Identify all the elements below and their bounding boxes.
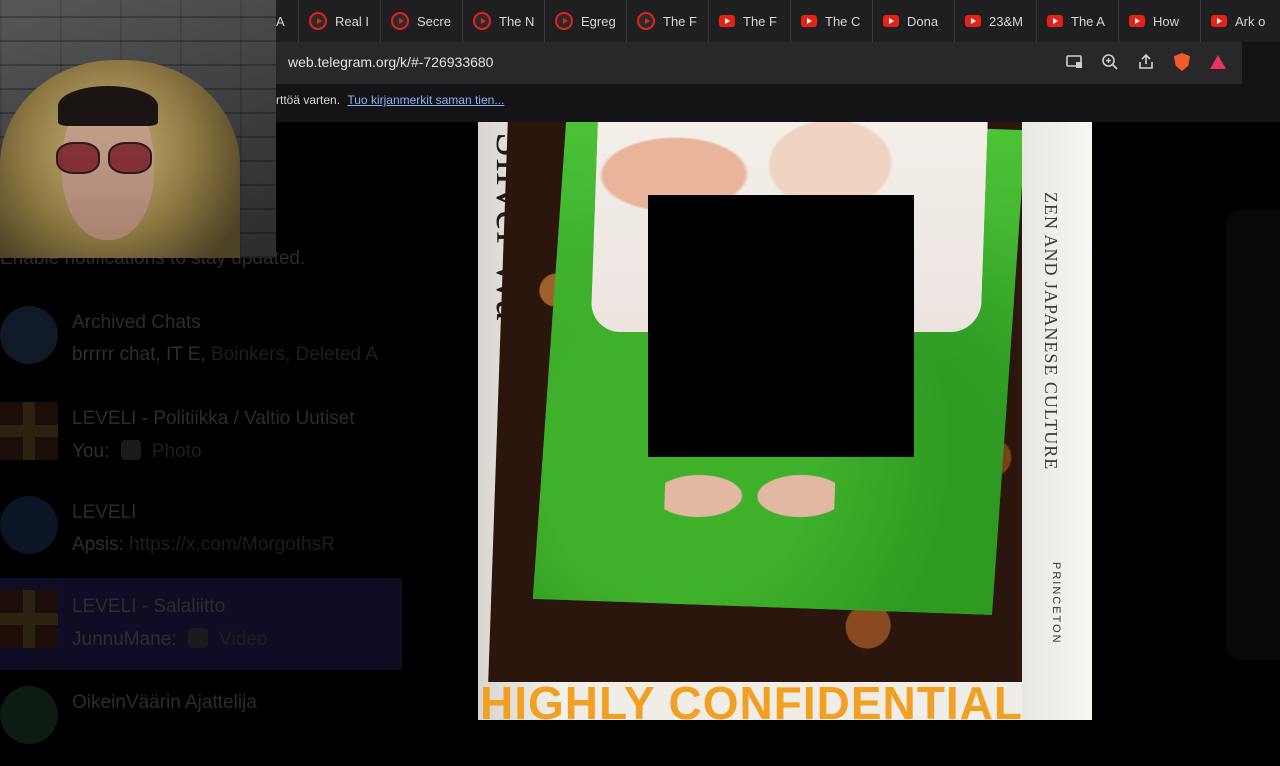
browser-tab[interactable]: A — [276, 0, 298, 42]
youtube-icon — [801, 15, 817, 27]
chat-preview-text: Photo — [151, 441, 202, 462]
avatar — [0, 402, 58, 460]
youtube-icon — [719, 15, 735, 27]
tab-label: A — [276, 13, 285, 29]
browser-tab[interactable]: Real I — [298, 0, 380, 42]
tab-label: Real I — [335, 13, 369, 29]
tab-label: The F — [743, 13, 777, 29]
youtube-icon — [391, 12, 409, 30]
youtube-icon — [1047, 15, 1063, 27]
webcam-glasses — [56, 142, 100, 174]
import-bookmarks-link[interactable]: Tuo kirjanmerkit saman tien... — [347, 93, 504, 107]
bookmark-bar: rttöä varten. Tuo kirjanmerkit saman tie… — [276, 84, 1242, 122]
browser-tab[interactable]: The A — [1036, 0, 1118, 42]
chat-item-leveli[interactable]: LEVELI Apsis: https://x.com/MorgothsR — [0, 484, 402, 576]
tab-label: Secre — [417, 13, 451, 29]
browser-tab[interactable]: 23&M — [954, 0, 1036, 42]
chat-preview-text: Boinkers, Deleted A — [211, 344, 378, 365]
browser-tab[interactable]: The C — [790, 0, 872, 42]
photo-icon — [120, 440, 141, 460]
brave-shield-icon[interactable] — [1170, 50, 1194, 74]
youtube-icon — [637, 12, 655, 30]
chat-preview: JunnuMane: Video — [72, 628, 402, 651]
youtube-icon — [555, 12, 573, 30]
tab-label: The N — [499, 13, 534, 29]
youtube-icon — [473, 12, 491, 30]
youtube-icon — [1129, 15, 1145, 27]
browser-tab[interactable]: The N — [462, 0, 544, 42]
browser-tab[interactable]: Dona — [872, 0, 954, 42]
avatar — [0, 496, 58, 554]
chat-item-oikeinvaarin[interactable]: OikeinVäärin Ajattelija — [0, 674, 402, 766]
tab-label: The A — [1071, 13, 1105, 29]
browser-edge — [1242, 42, 1280, 122]
webcam-glasses — [108, 142, 152, 174]
share-icon[interactable] — [1134, 50, 1158, 74]
chat-preview-sender: Apsis: — [72, 534, 124, 555]
youtube-icon — [965, 15, 981, 27]
tab-label: Egreg — [581, 13, 616, 29]
youtube-icon — [883, 15, 899, 27]
chat-item-politiikka[interactable]: LEVELI - Politiikka / Valtio Uutiset You… — [0, 390, 402, 482]
cast-icon[interactable] — [1062, 50, 1086, 74]
chat-preview: brrrrr chat, IT E, Boinkers, Deleted A — [72, 344, 402, 366]
tab-label: How — [1153, 13, 1180, 29]
tab-label: Dona — [907, 13, 939, 29]
browser-tab[interactable]: Egreg — [544, 0, 626, 42]
photo-legs — [662, 452, 837, 562]
tab-label: The F — [663, 13, 697, 29]
chat-preview: Apsis: https://x.com/MorgothsR — [72, 534, 402, 556]
brave-rewards-icon[interactable] — [1206, 50, 1230, 74]
tab-label: 23&M — [989, 13, 1023, 29]
address-bar-actions — [1062, 50, 1230, 74]
publisher-label: PRINCETON — [1050, 562, 1062, 645]
chat-title: LEVELI - Politiikka / Valtio Uutiset — [72, 408, 355, 429]
archive-icon — [0, 306, 58, 364]
avatar — [0, 590, 58, 648]
browser-tab[interactable]: Secre — [380, 0, 462, 42]
browser-tab[interactable]: The F — [708, 0, 790, 42]
chat-preview: You: Photo — [72, 440, 402, 463]
browser-tab[interactable]: Ark o — [1200, 0, 1280, 42]
chat-item-salaliitto[interactable]: LEVELI - Salaliitto JunnuMane: Video — [0, 578, 402, 670]
webcam-hair — [58, 86, 158, 126]
tab-label: The C — [825, 13, 861, 29]
censor-block — [648, 195, 914, 457]
webcam-overlay — [0, 0, 276, 258]
chat-preview-text: https://x.com/MorgothsR — [129, 534, 335, 555]
avatar — [0, 686, 58, 744]
zoom-icon[interactable] — [1098, 50, 1122, 74]
browser-tab[interactable]: The F — [626, 0, 708, 42]
chat-title: LEVELI — [72, 502, 137, 523]
address-bar[interactable]: web.telegram.org/k/#-726933680 — [276, 42, 1280, 84]
viewer-side-panel — [1226, 210, 1280, 660]
chat-item-archived[interactable]: Archived Chats brrrrr chat, IT E, Boinke… — [0, 294, 402, 386]
url-field[interactable]: web.telegram.org/k/#-726933680 — [288, 54, 493, 70]
chat-preview-sender: You: — [72, 441, 110, 462]
tab-label: Ark o — [1235, 13, 1266, 29]
chat-title: LEVELI - Salaliitto — [72, 596, 226, 617]
bookmark-bar-text: rttöä varten. — [276, 93, 341, 107]
spine-title-right: ZEN AND JAPANESE CULTURE — [1041, 192, 1061, 471]
youtube-icon — [1211, 15, 1227, 27]
chat-title: Archived Chats — [72, 312, 201, 333]
chat-preview-sender: JunnuMane: — [72, 629, 177, 650]
chat-preview-names: brrrrr chat, IT E, — [72, 344, 206, 365]
photo-caption: HIGHLY CONFIDENTIAL — [480, 677, 1023, 729]
video-icon — [187, 628, 208, 648]
chat-preview-text: Video — [219, 629, 268, 650]
book-spine-right: ZEN AND JAPANESE CULTURE PRINCETON — [1022, 122, 1092, 720]
tab-strip: A Real I Secre The N Egreg The F The F T… — [276, 0, 1280, 42]
browser-tab[interactable]: How — [1118, 0, 1200, 42]
chat-title: OikeinVäärin Ajattelija — [72, 692, 257, 713]
youtube-icon — [309, 12, 327, 30]
